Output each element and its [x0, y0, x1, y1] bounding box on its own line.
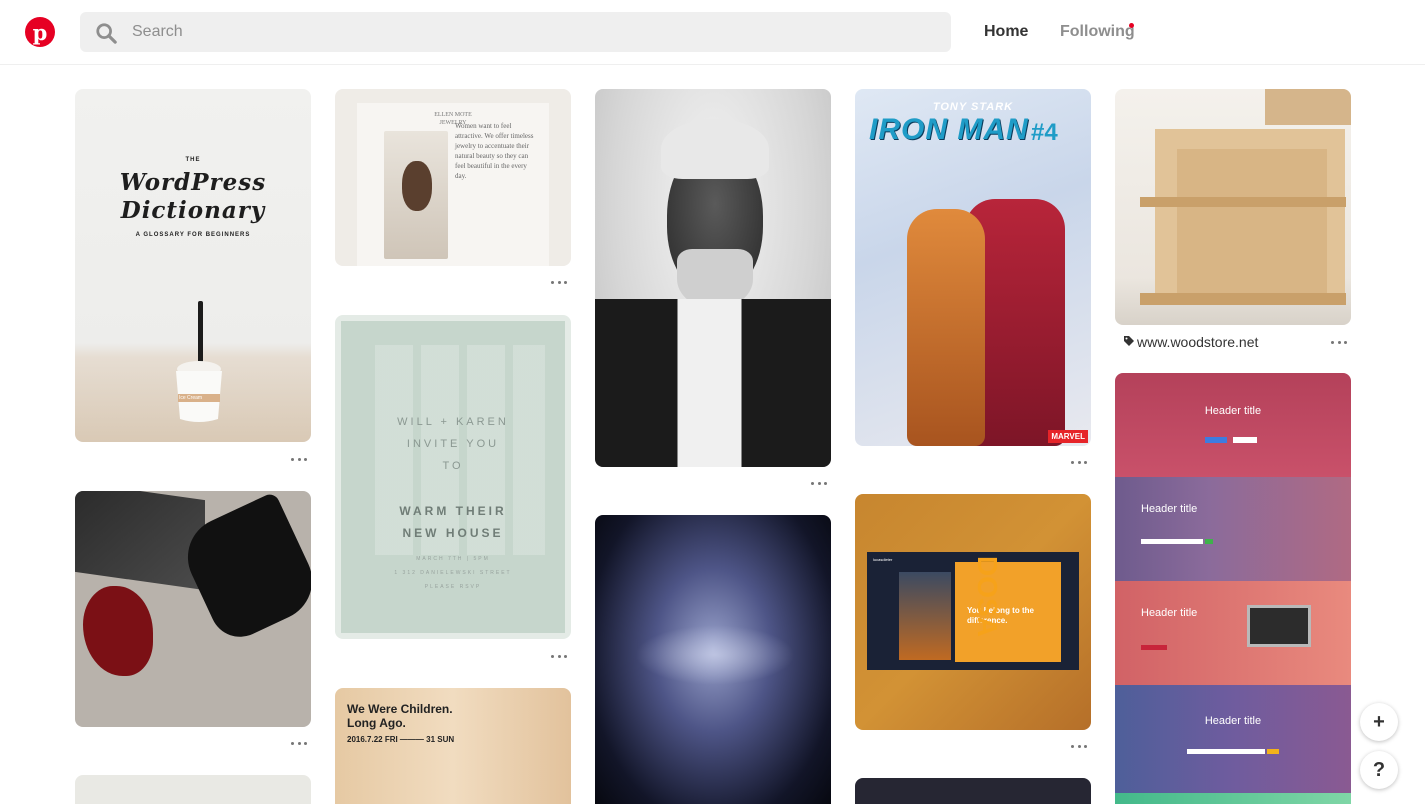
- pin-more-options-button[interactable]: [291, 739, 307, 747]
- template-btn: [1205, 539, 1213, 544]
- pin-subtitle: A GLOSSARY FOR BEGINNERS: [135, 232, 251, 238]
- template-btn: [1267, 749, 1279, 754]
- invite-line: INVITE YOU: [406, 438, 500, 450]
- template-btn: [1233, 437, 1257, 443]
- pin-we-were-children[interactable]: We Were Children. Long Ago. 2016.7.22 FR…: [335, 688, 571, 804]
- invite-line: PLEASE RSVP: [424, 584, 482, 590]
- invite-line: WILL + KAREN: [397, 416, 509, 428]
- template-input: [1187, 749, 1265, 754]
- pin-title-line: WordPress: [119, 169, 267, 196]
- pin-text: THE: [185, 157, 201, 163]
- site-brand: lucasdieter: [873, 557, 893, 562]
- pin-more-options-button[interactable]: [1071, 458, 1087, 466]
- pin-title-line: We Were Children.: [347, 702, 453, 716]
- heroine-shape: [907, 209, 985, 446]
- pin-title-line: Dictionary: [120, 197, 266, 224]
- template-title: Header title: [1204, 405, 1262, 417]
- template-block: Header title: [1115, 477, 1351, 581]
- hair-shape: [402, 161, 432, 211]
- comic-hero-name: TONY STARK: [932, 101, 1014, 113]
- template-btn: [1205, 437, 1227, 443]
- pin-portrait-photo[interactable]: [595, 89, 831, 467]
- comic-title: IRON MAN: [869, 113, 1029, 146]
- pin-title: WordPress Dictionary: [75, 169, 311, 225]
- pin-more-options-button[interactable]: [1071, 742, 1087, 750]
- brand-line: ELLEN MOTE: [434, 112, 472, 118]
- invite-line: 1 312 DANIELEWSKI STREET: [394, 570, 512, 576]
- wood-rail: [1140, 293, 1346, 305]
- comic-issue: #4: [1031, 119, 1058, 146]
- smoke-wing-shape: [635, 625, 795, 685]
- invite-line: WARM THEIR: [399, 504, 507, 518]
- invite-headline: WARM THEIR NEW HOUSE: [335, 500, 571, 544]
- pin-source-link[interactable]: www.woodstore.net: [1137, 334, 1258, 350]
- pin-header-templates[interactable]: Header title Header title Header title H…: [1115, 373, 1351, 804]
- template-input: [1141, 539, 1203, 544]
- ice-cream-cup-illustration: [176, 301, 222, 422]
- pin-wordpress-dictionary[interactable]: THE WordPress Dictionary A GLOSSARY FOR …: [75, 89, 311, 442]
- pin-housewarming-invite[interactable]: WILL + KAREN INVITE YOU TO WARM THEIR NE…: [335, 315, 571, 639]
- invite-line: NEW HOUSE: [402, 526, 504, 540]
- jewelry-photo: [384, 131, 448, 259]
- pin-title: We Were Children. Long Ago.: [347, 702, 453, 730]
- wood-shelf: [1265, 89, 1351, 125]
- pin-iron-man-comic[interactable]: TONY STARK IRON MAN #4 MARVEL: [855, 89, 1091, 446]
- jewelry-brand: ELLEN MOTE JEWELRY: [335, 111, 571, 127]
- pinterest-logo[interactable]: p: [25, 17, 55, 47]
- portrait-coat: [595, 299, 831, 467]
- pin-date: 2016.7.22 FRI ——— 31 SUN: [347, 735, 455, 744]
- site-photo: [899, 572, 951, 660]
- template-block: Header title: [1115, 685, 1351, 793]
- pin-smoke-art[interactable]: [595, 515, 831, 804]
- invite-line: MARCH 7TH | 5PM: [416, 556, 490, 562]
- nav-home-link[interactable]: Home: [984, 23, 1028, 41]
- invite-text: WILL + KAREN INVITE YOU TO: [335, 411, 571, 477]
- pin-more-options-button[interactable]: [1331, 338, 1347, 346]
- notification-dot: [1129, 23, 1134, 28]
- template-block: Header title: [1115, 373, 1351, 477]
- pin-woodstore-plywood[interactable]: [1115, 89, 1351, 325]
- pin-orange-website[interactable]: lucasdieter You belong to the difference…: [855, 494, 1091, 730]
- pin-partial[interactable]: [855, 778, 1091, 804]
- cup-label: Ice Cream: [179, 395, 203, 401]
- pin-spilled-wine-photo[interactable]: [75, 491, 311, 727]
- help-icon: ?: [1372, 758, 1386, 781]
- brand-line: JEWELRY: [439, 120, 467, 126]
- help-button[interactable]: ?: [1360, 751, 1398, 789]
- template-title: Header title: [1141, 607, 1198, 619]
- pin-more-options-button[interactable]: [811, 479, 827, 487]
- portrait-hair: [661, 119, 769, 179]
- template-block: Header title: [1115, 581, 1351, 685]
- pin-more-options-button[interactable]: [551, 278, 567, 286]
- pin-more-options-button[interactable]: [551, 652, 567, 660]
- search-bar[interactable]: [80, 12, 951, 52]
- laptop-shape: [1247, 605, 1311, 647]
- plywood-board: [1177, 149, 1327, 299]
- jewelry-tagline: Women want to feel attractive. We offer …: [455, 122, 534, 180]
- template-title: Header title: [1141, 503, 1198, 515]
- wood-rail: [1140, 197, 1346, 207]
- nav-following-link[interactable]: Following: [1060, 23, 1135, 41]
- invite-details: MARCH 7TH | 5PM 1 312 DANIELEWSKI STREET…: [335, 552, 571, 594]
- shelf-shape: [75, 491, 205, 591]
- search-input[interactable]: [132, 12, 932, 52]
- marvel-logo: MARVEL: [1048, 430, 1088, 443]
- pin-partial[interactable]: [75, 775, 311, 804]
- wine-splash-shape: [83, 586, 153, 676]
- top-bar: p Home Following: [0, 0, 1425, 65]
- site-mockup: lucasdieter You belong to the difference…: [867, 552, 1079, 670]
- tag-icon: [1124, 336, 1134, 346]
- pin-title-line: Long Ago.: [347, 716, 406, 730]
- pin-jewelry-website[interactable]: ELLEN MOTE JEWELRY Women want to feel at…: [335, 89, 571, 266]
- add-pin-button[interactable]: +: [1360, 703, 1398, 741]
- invite-line: TO: [442, 460, 464, 472]
- search-icon: [96, 23, 117, 44]
- pin-more-options-button[interactable]: [291, 455, 307, 463]
- template-title: Header title: [1204, 715, 1262, 727]
- site-vertical-word: DOSA: [972, 556, 1003, 637]
- template-btn: [1141, 645, 1167, 650]
- logo-letter: p: [32, 20, 48, 45]
- plus-icon: +: [1373, 710, 1385, 733]
- template-block: [1115, 793, 1351, 804]
